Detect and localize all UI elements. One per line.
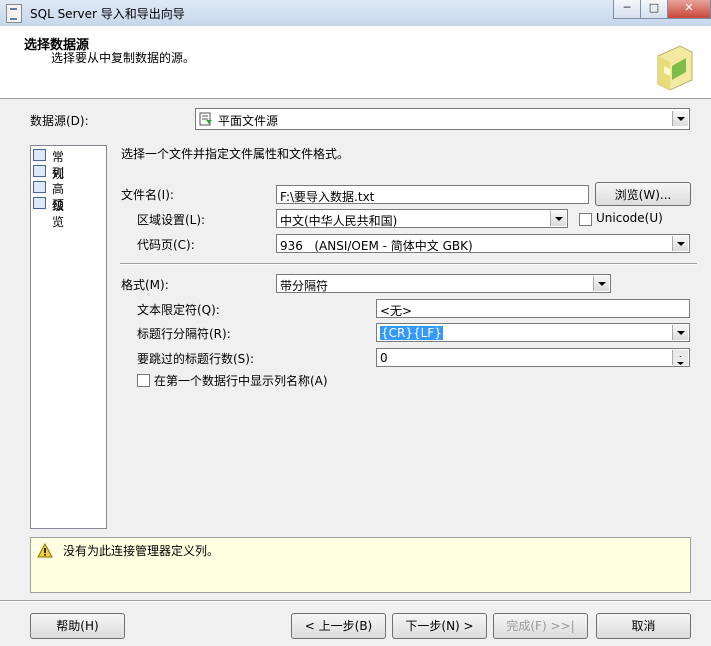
text-qualifier-value: <无>	[380, 304, 413, 318]
chevron-down-icon	[593, 276, 609, 291]
datasource-value: 平面文件源	[218, 114, 279, 128]
skip-rows-label: 要跳过的标题行数(S):	[137, 352, 255, 366]
spin-down-icon[interactable]	[672, 357, 688, 365]
first-row-names-checkbox[interactable]	[137, 374, 150, 387]
codepage-value: 936 (ANSI/OEM - 简体中文 GBK)	[280, 239, 473, 253]
spin-up-icon[interactable]	[672, 350, 688, 359]
locale-select[interactable]: 中文(中华人民共和国)	[276, 209, 568, 228]
unicode-checkbox[interactable]	[579, 213, 592, 226]
preview-icon	[33, 197, 46, 209]
skip-rows-stepper[interactable]: 0	[376, 348, 690, 367]
back-button[interactable]: < 上一步(B)	[291, 613, 386, 639]
text-qualifier-input[interactable]: <无>	[376, 299, 690, 318]
locale-value: 中文(中华人民共和国)	[280, 214, 398, 228]
window-title: SQL Server 导入和导出向导	[30, 7, 185, 21]
browse-button[interactable]: 浏览(W)...	[595, 182, 691, 206]
cancel-button[interactable]: 取消	[596, 613, 691, 639]
chevron-down-icon	[672, 111, 688, 126]
chevron-down-icon	[550, 211, 566, 226]
message-text: 没有为此连接管理器定义列。	[63, 544, 220, 558]
instruction-text: 选择一个文件并指定文件属性和文件格式。	[121, 147, 350, 161]
message-panel: 没有为此连接管理器定义列。	[30, 537, 691, 593]
format-value: 带分隔符	[280, 279, 329, 293]
close-button[interactable]: ✕	[667, 0, 711, 19]
wizard-header: 选择数据源 选择要从中复制数据的源。	[0, 26, 711, 99]
codepage-select[interactable]: 936 (ANSI/OEM - 简体中文 GBK)	[276, 234, 690, 253]
minimize-button[interactable]: ─	[613, 0, 641, 19]
chevron-down-icon	[672, 325, 688, 340]
next-button[interactable]: 下一步(N) >	[392, 613, 487, 639]
header-delim-select[interactable]: {CR}{LF}	[376, 323, 690, 342]
datasource-select[interactable]: 平面文件源	[195, 108, 690, 130]
page-subtitle: 选择要从中复制数据的源。	[51, 51, 196, 65]
nav-item-label: 预览	[52, 198, 65, 229]
locale-label: 区域设置(L):	[137, 213, 206, 227]
format-label: 格式(M):	[121, 278, 169, 292]
chevron-down-icon	[672, 236, 688, 251]
filename-input[interactable]: F:\要导入数据.txt	[276, 185, 589, 204]
columns-icon	[33, 165, 46, 177]
flat-file-source-icon	[199, 112, 213, 126]
warning-icon	[37, 543, 53, 558]
first-row-names-label: 在第一个数据行中显示列名称(A)	[154, 374, 328, 388]
app-icon	[6, 4, 22, 23]
codepage-label: 代码页(C):	[137, 238, 195, 252]
footer-divider	[0, 600, 711, 602]
nav-item-label: 列	[52, 166, 65, 180]
header-delim-value: {CR}{LF}	[380, 326, 443, 340]
datasource-label: 数据源(D):	[30, 114, 89, 128]
help-button[interactable]: 帮助(H)	[30, 613, 125, 639]
skip-rows-value: 0	[380, 351, 388, 365]
nav-list: 常规 列 高级 预览	[30, 145, 107, 529]
filename-value: F:\要导入数据.txt	[280, 190, 375, 204]
title-bar: SQL Server 导入和导出向导 ─ □ ✕	[0, 0, 711, 27]
maximize-button[interactable]: □	[640, 0, 668, 19]
general-icon	[33, 149, 46, 161]
section-divider	[120, 263, 697, 265]
header-delim-label: 标题行分隔符(R):	[137, 327, 231, 341]
finish-button[interactable]: 完成(F) >>|	[493, 613, 588, 639]
unicode-label: Unicode(U)	[596, 211, 663, 225]
format-select[interactable]: 带分隔符	[276, 274, 611, 293]
filename-label: 文件名(I):	[121, 188, 174, 202]
text-qualifier-label: 文本限定符(Q):	[137, 303, 220, 317]
advanced-icon	[33, 181, 46, 193]
wizard-graphic-icon	[657, 45, 693, 91]
